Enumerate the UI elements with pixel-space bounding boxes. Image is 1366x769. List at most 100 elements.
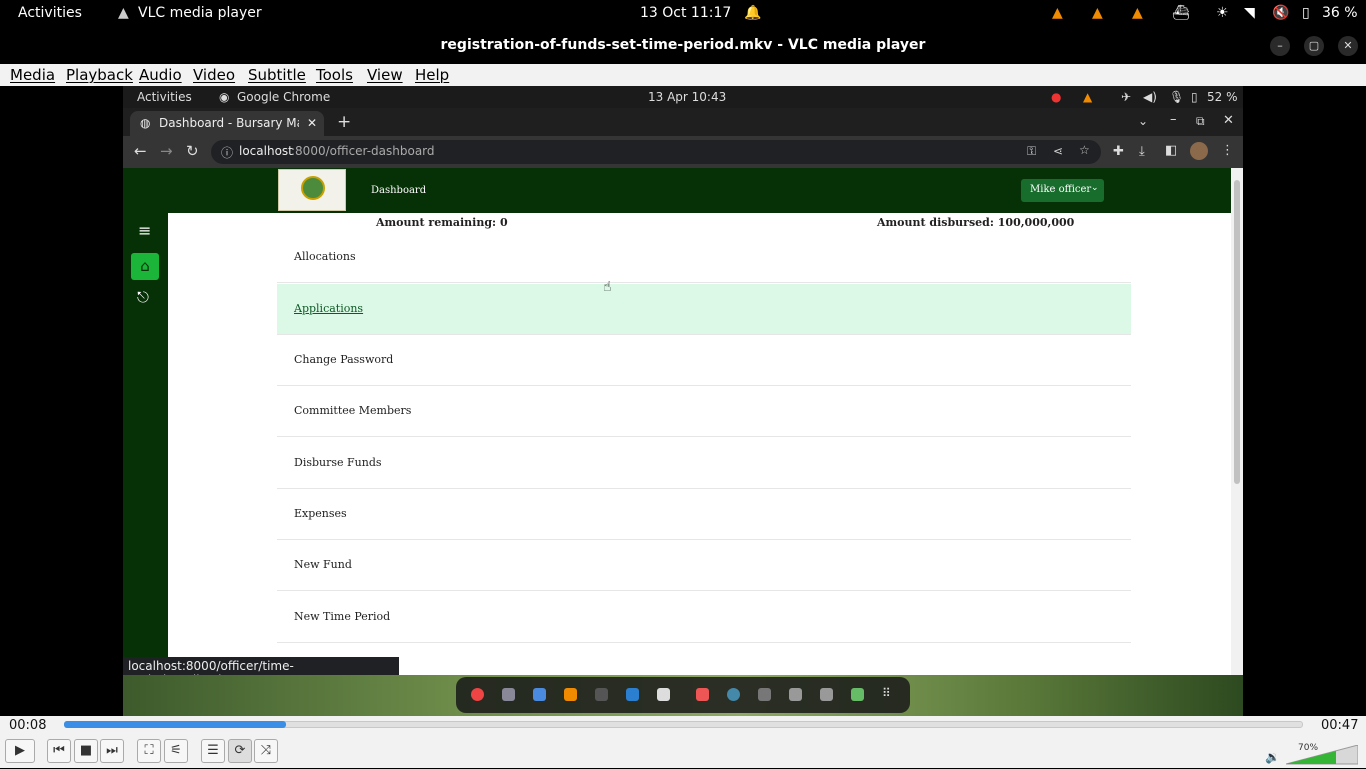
chrome-restore-icon[interactable]: ⧉ [1196,114,1205,129]
profile-avatar[interactable] [1190,142,1208,160]
chrome-minimize-icon[interactable]: – [1170,112,1177,127]
tab-close-icon[interactable]: ✕ [307,116,317,130]
forward-icon[interactable]: → [160,142,173,160]
play-button[interactable]: ▶ [5,739,35,763]
docs-dock-icon[interactable] [533,688,546,701]
hamburger-icon[interactable]: ≡ [138,221,151,240]
new-tab-icon[interactable]: + [337,112,351,132]
chevron-down-icon: ⌄ [1091,183,1099,193]
stop-button[interactable]: ■ [74,739,98,763]
download-icon[interactable]: ⤓ [1139,144,1145,159]
item-label: Allocations [294,250,356,263]
speaker-icon[interactable]: 🔉 [1265,750,1280,764]
vlc-app-icon: ▲ [118,5,129,21]
menu-view[interactable]: View [367,66,403,84]
activities-button[interactable]: Activities [18,5,82,21]
inner-activities: Activities [137,90,192,104]
terminal-dock-icon[interactable] [595,688,608,701]
share-icon[interactable]: ⋖ [1053,144,1063,158]
next-button[interactable]: ⏭ [100,739,124,763]
app-grid-icon[interactable]: ⠿ [882,686,891,700]
menu-video[interactable]: Video [193,66,235,84]
address-bar[interactable]: ⓘ localhost :8000/officer-dashboard ⚿ ⋖ … [211,140,1101,164]
menu-help[interactable]: Help [415,66,449,84]
files-dock-icon[interactable] [502,688,515,701]
previous-button[interactable]: ⏮ [47,739,71,763]
battery-icon: ▯ [1302,5,1310,21]
menu-tools[interactable]: Tools [316,66,353,84]
menu-item-expenses[interactable]: Expenses [277,489,1131,540]
nav-dashboard[interactable]: Dashboard [371,185,426,196]
item-label: New Time Period [294,610,391,623]
volume-level: 70% [1298,743,1319,753]
reload-icon[interactable]: ↻ [186,142,199,160]
clock[interactable]: 13 Oct 11:17 [640,5,731,21]
vlc-dock-icon[interactable] [564,688,577,701]
menu-media[interactable]: Media [10,66,55,84]
maximize-button[interactable]: ▢ [1304,36,1324,56]
item-label: Disburse Funds [294,456,382,469]
tab-dashboard[interactable]: ◍ Dashboard - Bursary Man ✕ [130,111,324,136]
chrome-menu-icon[interactable]: ⋮ [1221,143,1234,158]
app-dock-icon-5[interactable] [820,688,833,701]
loop-button[interactable]: ⟳ [228,739,252,763]
inner-vlc-icon: ▲ [1083,90,1093,104]
fullscreen-button[interactable]: ⛶ [137,739,161,763]
back-icon[interactable]: ← [134,142,147,160]
tab-search-icon[interactable]: ⌄ [1138,114,1148,128]
app-dock-icon-2[interactable] [727,688,740,701]
site-info-icon[interactable]: ⓘ [221,144,233,161]
star-icon[interactable]: ☆ [1079,143,1090,157]
shuffle-button[interactable]: ⤨ [254,739,278,763]
amount-remaining: Amount remaining: 0 [376,216,508,229]
time-total[interactable]: 00:47 [1321,718,1358,733]
minimize-button[interactable]: – [1270,36,1290,56]
close-button[interactable]: ✕ [1338,36,1358,56]
menu-item-allocations[interactable]: Allocations [277,232,1131,283]
brightness-icon[interactable]: ☀ [1216,5,1229,21]
scroll-thumb[interactable] [1234,180,1240,484]
app-dock-icon-6[interactable] [851,688,864,701]
docker-icon[interactable]: ⛴ [1172,5,1190,21]
vscode-dock-icon[interactable] [626,688,639,701]
menu-item-applications[interactable]: Applications [277,284,1131,335]
side-panel-icon[interactable]: ◧ [1165,143,1177,158]
vlc-tray-icon-3[interactable]: ▲ [1132,5,1143,21]
time-elapsed[interactable]: 00:08 [9,718,46,733]
inner-top-bar: Activities ◉ Google Chrome 13 Apr 10:43 … [123,86,1243,108]
mute-icon[interactable]: 🔇 [1272,5,1289,21]
user-menu-button[interactable]: Mike officer ⌄ [1021,179,1104,202]
menu-subtitle[interactable]: Subtitle [248,66,306,84]
app-dock-icon-1[interactable] [696,688,709,701]
menu-item-change-password[interactable]: Change Password [277,335,1131,386]
app-dock-icon-4[interactable] [789,688,802,701]
editor-dock-icon[interactable] [657,688,670,701]
menu-item-disburse-funds[interactable]: Disburse Funds [277,438,1131,489]
chrome-close-icon[interactable]: ✕ [1223,113,1234,128]
chrome-dock-icon[interactable] [471,688,484,701]
menu-audio[interactable]: Audio [139,66,182,84]
focused-app-name[interactable]: VLC media player [138,5,262,21]
page-scrollbar[interactable] [1231,168,1243,675]
vlc-tray-icon-2[interactable]: ▲ [1092,5,1103,21]
menu-item-new-time-period[interactable]: New Time Period [277,592,1131,643]
inner-battery-icon: ▯ [1191,90,1198,104]
amount-disbursed-value: 100,000,000 [997,216,1075,229]
amount-remaining-value: 0 [499,216,508,229]
extended-settings-button[interactable]: ⚟ [164,739,188,763]
wifi-icon[interactable]: ◥ [1244,5,1255,21]
menu-playback[interactable]: Playback [66,66,133,84]
home-icon[interactable]: ⌂ [131,253,159,280]
vlc-tray-icon[interactable]: ▲ [1052,5,1063,21]
extensions-icon[interactable]: ✚ [1113,144,1124,159]
logo[interactable] [278,169,346,211]
logout-icon[interactable]: ⎋ [137,288,149,306]
globe-icon: ◍ [140,116,151,130]
volume-slider[interactable] [1285,744,1359,765]
menu-item-new-fund[interactable]: New Fund [277,540,1131,591]
key-icon[interactable]: ⚿ [1027,144,1036,159]
app-dock-icon-3[interactable] [758,688,771,701]
playlist-button[interactable]: ☰ [201,739,225,763]
app-header: Dashboard Mike officer ⌄ [123,168,1231,213]
menu-item-committee-members[interactable]: Committee Members [277,386,1131,437]
